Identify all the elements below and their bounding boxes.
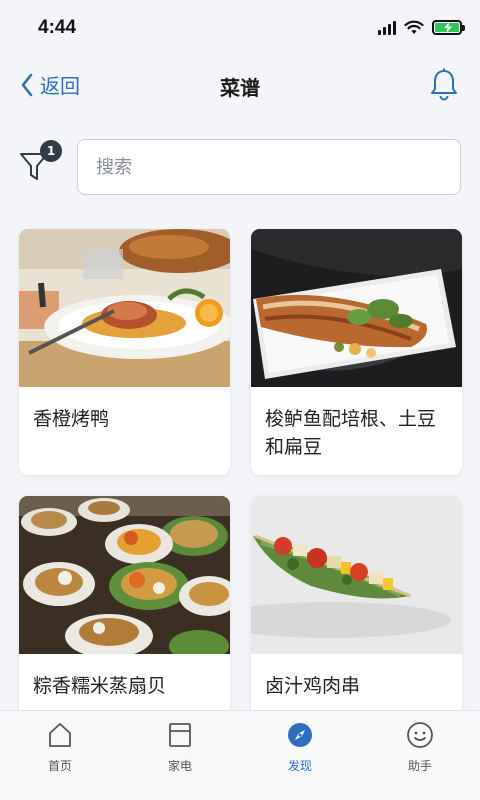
tab-appliances[interactable]: 家电 xyxy=(140,721,220,774)
recipe-title: 卤汁鸡肉串 xyxy=(265,675,361,697)
filter-button[interactable]: 1 xyxy=(18,140,62,188)
smiley-icon xyxy=(407,722,433,748)
tab-label: 首页 xyxy=(47,759,72,773)
recipe-card[interactable]: 梭鲈鱼配培根、土豆和扁豆 xyxy=(251,229,462,475)
notification-button[interactable] xyxy=(430,68,458,106)
search-input[interactable] xyxy=(77,139,461,195)
recipe-card[interactable]: 香橙烤鸭 xyxy=(19,229,230,475)
page-title: 菜谱 xyxy=(220,76,260,100)
fish-bacon-photo xyxy=(251,229,462,387)
nav-bar: 返回 菜谱 xyxy=(0,58,480,114)
home-icon xyxy=(49,723,71,747)
bell-icon xyxy=(431,68,457,101)
compass-icon xyxy=(288,723,312,747)
recipe-title: 香橙烤鸭 xyxy=(33,408,110,430)
tab-label: 助手 xyxy=(407,759,432,773)
tab-home[interactable]: 首页 xyxy=(20,721,100,774)
tab-bar: 首页 家电 发现 助手 xyxy=(0,710,480,800)
recipe-title: 梭鲈鱼配培根、土豆和扁豆 xyxy=(265,408,437,458)
filter-count-badge: 1 xyxy=(40,140,62,162)
signal-icon xyxy=(378,20,396,35)
tab-label: 家电 xyxy=(167,759,192,773)
chicken-skewer-photo xyxy=(251,496,462,654)
tab-discover[interactable]: 发现 xyxy=(260,721,340,774)
battery-icon xyxy=(432,20,465,35)
roast-duck-photo xyxy=(19,229,230,387)
recipe-card[interactable]: 卤汁鸡肉串 xyxy=(251,496,462,726)
tab-assistant[interactable]: 助手 xyxy=(380,721,460,774)
status-bar: 4:44 xyxy=(0,0,480,58)
status-time: 4:44 xyxy=(38,17,77,38)
scallop-photo xyxy=(19,496,230,654)
tab-label: 发现 xyxy=(287,759,312,773)
appliance-icon xyxy=(169,723,191,747)
wifi-icon xyxy=(404,20,424,34)
recipe-card[interactable]: 粽香糯米蒸扇贝 xyxy=(19,496,230,726)
recipe-title: 粽香糯米蒸扇贝 xyxy=(33,675,167,697)
status-icons xyxy=(378,20,465,35)
